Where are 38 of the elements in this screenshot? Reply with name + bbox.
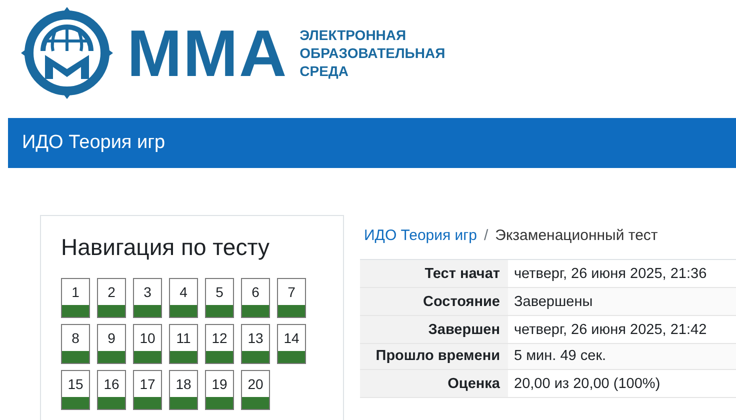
question-button[interactable]: 13 bbox=[241, 324, 270, 364]
question-button[interactable]: 2 bbox=[97, 278, 126, 318]
summary-value: 20,00 из 20,00 (100%) bbox=[508, 370, 736, 398]
question-button[interactable]: 10 bbox=[133, 324, 162, 364]
question-button[interactable]: 18 bbox=[169, 370, 198, 410]
summary-label: Завершен bbox=[360, 316, 508, 344]
question-button[interactable]: 9 bbox=[97, 324, 126, 364]
logo-wordmark: ММА bbox=[127, 20, 288, 86]
summary-label: Тест начат bbox=[360, 260, 508, 288]
question-button[interactable]: 15 bbox=[61, 370, 90, 410]
logo-tagline: ЭЛЕКТРОННАЯ bbox=[300, 26, 408, 44]
summary-value: Завершены bbox=[508, 288, 736, 316]
question-button[interactable]: 6 bbox=[241, 278, 270, 318]
question-button[interactable]: 5 bbox=[205, 278, 234, 318]
logo-emblem-icon bbox=[21, 7, 113, 99]
question-button[interactable]: 11 bbox=[169, 324, 198, 364]
logo-tagline: СРЕДА bbox=[300, 62, 350, 80]
question-button[interactable]: 16 bbox=[97, 370, 126, 410]
question-button[interactable]: 19 bbox=[205, 370, 234, 410]
question-button[interactable]: 20 bbox=[241, 370, 270, 410]
navigation-title: Навигация по тесту bbox=[61, 234, 271, 261]
summary-label: Прошло времени bbox=[360, 344, 508, 370]
question-button[interactable]: 17 bbox=[133, 370, 162, 410]
question-button[interactable]: 7 bbox=[277, 278, 306, 318]
question-button[interactable]: 12 bbox=[205, 324, 234, 364]
summary-label: Оценка bbox=[360, 370, 508, 398]
logo-tagline: ОБРАЗОВАТЕЛЬНАЯ bbox=[300, 44, 446, 62]
summary-value: 5 мин. 49 сек. bbox=[508, 344, 736, 370]
summary-label: Состояние bbox=[360, 288, 508, 316]
breadcrumb-current: Экзаменационный тест bbox=[495, 227, 658, 244]
question-button[interactable]: 3 bbox=[133, 278, 162, 318]
question-button[interactable]: 4 bbox=[169, 278, 198, 318]
course-title: ИДО Теория игр bbox=[22, 132, 166, 154]
question-button[interactable]: 8 bbox=[61, 324, 90, 364]
breadcrumb-separator: / bbox=[484, 227, 488, 244]
breadcrumb-link[interactable]: ИДО Теория игр bbox=[364, 227, 477, 244]
question-button[interactable]: 1 bbox=[61, 278, 90, 318]
question-button[interactable]: 14 bbox=[277, 324, 306, 364]
